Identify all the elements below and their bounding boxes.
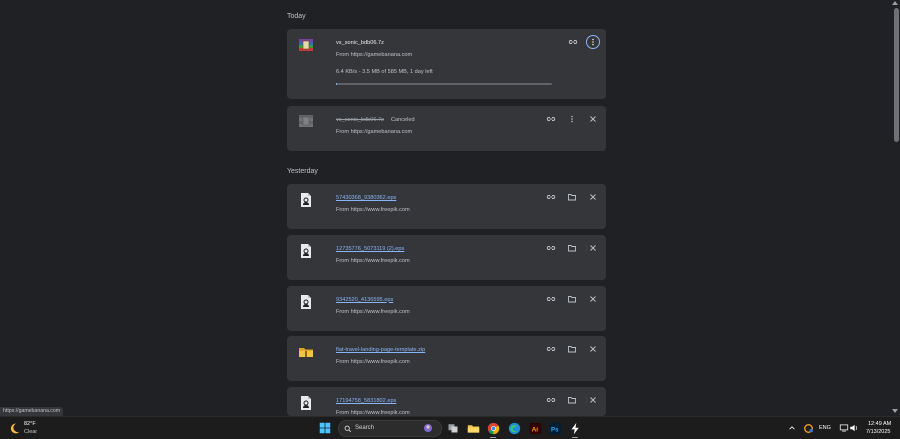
- remove-icon[interactable]: [587, 293, 599, 305]
- show-in-folder-icon[interactable]: [566, 293, 578, 305]
- download-status: Canceled: [391, 117, 415, 123]
- download-filename[interactable]: vs_sonic_bdb06.7z: [336, 40, 384, 46]
- download-filename[interactable]: 17194758_5831802.eps: [336, 398, 396, 404]
- download-item-active: vs_sonic_bdb06.7z From https://gamebanan…: [287, 29, 606, 99]
- clock-time[interactable]: 12:49 AM: [868, 421, 891, 427]
- more-options-icon[interactable]: [566, 113, 578, 125]
- file-explorer-icon[interactable]: [465, 420, 481, 436]
- taskbar: 82°F Clear Search Ai Ps ENG 12:49 AM 7/1: [0, 416, 900, 439]
- download-source: From https://www.freepik.com: [336, 257, 410, 264]
- show-in-folder-icon[interactable]: [566, 394, 578, 406]
- remove-icon[interactable]: [587, 343, 599, 355]
- download-filename[interactable]: flat-travel-landing-page-template.zip: [336, 347, 425, 353]
- sync-tray-icon[interactable]: [800, 420, 816, 436]
- remove-icon[interactable]: [587, 191, 599, 203]
- search-label: Search: [355, 425, 375, 431]
- download-item: flat-travel-landing-page-template.zip Fro…: [287, 336, 606, 382]
- task-view-icon[interactable]: [445, 420, 461, 436]
- svg-text:Ps: Ps: [551, 426, 559, 433]
- volume-icon[interactable]: [846, 420, 862, 436]
- scroll-down-arrow-icon[interactable]: [892, 409, 898, 413]
- remove-icon[interactable]: [587, 242, 599, 254]
- windows-start-icon[interactable]: [317, 420, 333, 436]
- moon-weather-icon[interactable]: [6, 420, 22, 436]
- taskbar-search-box[interactable]: Search: [338, 420, 442, 437]
- scroll-up-arrow-icon[interactable]: [892, 1, 898, 5]
- section-title-yesterday: Yesterday: [287, 168, 318, 175]
- zip-folder-icon: [298, 344, 314, 360]
- edge-icon[interactable]: [506, 420, 522, 436]
- copy-link-icon[interactable]: [545, 293, 557, 305]
- download-item: 12735776_5073119 (2).eps From https://www…: [287, 234, 606, 280]
- copy-link-icon[interactable]: [567, 36, 579, 48]
- download-progress-bar: [336, 83, 552, 85]
- download-source: From https://gamebanana.com: [336, 52, 413, 58]
- weather-temperature[interactable]: 82°F: [24, 421, 36, 427]
- copy-link-icon[interactable]: [545, 113, 557, 125]
- winrar-archive-icon: [298, 37, 314, 53]
- svg-text:Ai: Ai: [531, 426, 538, 433]
- document-image-icon: [298, 243, 314, 259]
- download-progress-text: 6.4 KB/s - 3.5 MB of 585 MB, 1 day left: [336, 69, 433, 75]
- lightning-app-icon[interactable]: [567, 420, 583, 438]
- remove-icon[interactable]: [587, 113, 599, 125]
- document-image-icon: [298, 395, 314, 411]
- download-source: From https://www.freepik.com: [336, 359, 410, 366]
- illustrator-icon[interactable]: Ai: [527, 420, 543, 436]
- scrollbar-thumb[interactable]: [894, 8, 899, 142]
- link-status-bar: https://gamebanana.com: [0, 407, 64, 416]
- download-filename[interactable]: 9342520_4136595.eps: [336, 297, 393, 303]
- more-options-icon[interactable]: [586, 35, 600, 49]
- download-source: From https://gamebanana.com: [336, 129, 413, 135]
- chevron-up-icon[interactable]: [784, 420, 800, 436]
- download-filename: vs_sonic_bdb06.7z: [336, 117, 384, 123]
- download-source: From https://www.freepik.com: [336, 308, 410, 315]
- copy-link-icon[interactable]: [545, 191, 557, 203]
- language-indicator[interactable]: ENG: [819, 425, 831, 431]
- remove-icon[interactable]: [587, 394, 599, 406]
- chrome-icon[interactable]: [485, 420, 501, 438]
- download-item-canceled: vs_sonic_bdb06.7z Canceled From https://…: [287, 106, 606, 151]
- show-in-folder-icon[interactable]: [566, 242, 578, 254]
- show-in-folder-icon[interactable]: [566, 343, 578, 355]
- search-highlight-icon: [424, 424, 432, 432]
- download-filename[interactable]: 57430368_9380362.eps: [336, 195, 396, 201]
- copy-link-icon[interactable]: [545, 394, 557, 406]
- download-filename[interactable]: 12735776_5073119 (2).eps: [336, 246, 404, 252]
- document-image-icon: [298, 192, 314, 208]
- copy-link-icon[interactable]: [545, 343, 557, 355]
- winrar-archive-icon: [298, 113, 314, 129]
- weather-description[interactable]: Clear: [24, 429, 37, 435]
- clock-date[interactable]: 7/13/2025: [866, 429, 890, 435]
- show-in-folder-icon[interactable]: [566, 191, 578, 203]
- copy-link-icon[interactable]: [545, 242, 557, 254]
- download-item: 17194758_5831802.eps From https://www.fre…: [287, 387, 606, 417]
- search-icon: [344, 425, 352, 432]
- scrollbar[interactable]: [892, 0, 900, 416]
- download-item: 57430368_9380362.eps From https://www.fre…: [287, 184, 606, 229]
- download-source: From https://www.freepik.com: [336, 207, 410, 213]
- document-image-icon: [298, 294, 314, 310]
- download-item: 9342520_4136595.eps From https://www.free…: [287, 285, 606, 331]
- section-title-today: Today: [287, 13, 306, 20]
- photoshop-icon[interactable]: Ps: [547, 420, 563, 436]
